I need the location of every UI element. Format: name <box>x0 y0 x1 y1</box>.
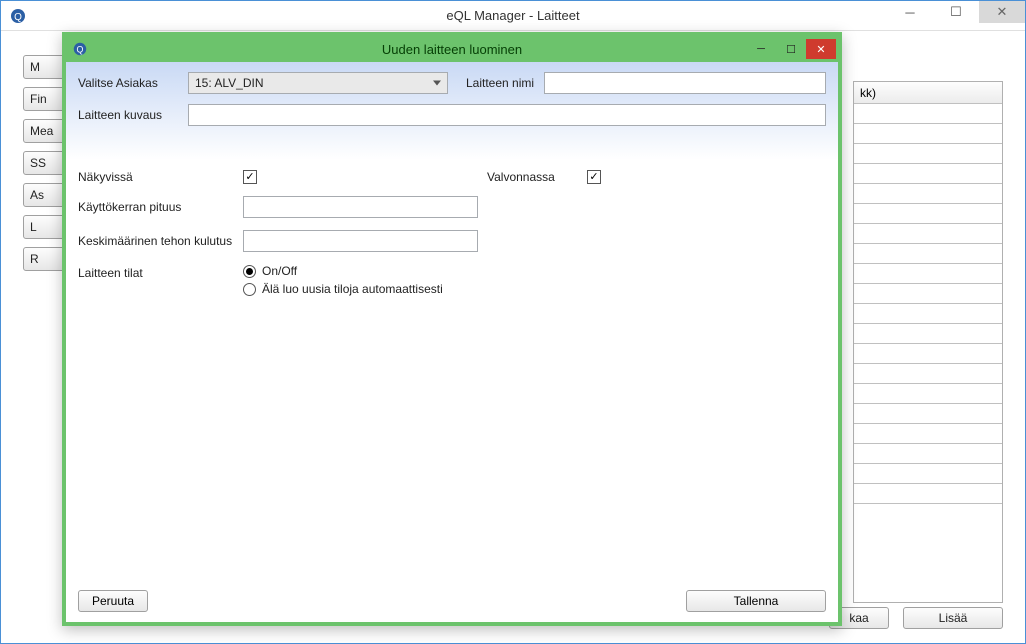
save-button[interactable]: Tallenna <box>686 590 826 612</box>
table-row[interactable] <box>854 184 1002 204</box>
parent-window-controls: ─ ☐ ✕ <box>887 1 1025 30</box>
label-laitteen-kuvaus: Laitteen kuvaus <box>78 108 178 122</box>
state-radio-group: On/Off Älä luo uusia tiloja automaattise… <box>243 264 443 296</box>
app-icon: Q <box>9 7 27 25</box>
dialog-window-controls: ─ ☐ ✕ <box>746 39 836 59</box>
dialog-body: Valitse Asiakas 15: ALV_DIN Laitteen nim… <box>66 62 838 622</box>
minimize-button[interactable]: ─ <box>887 1 933 23</box>
table-row[interactable] <box>854 124 1002 144</box>
dialog-minimize-button[interactable]: ─ <box>746 39 776 59</box>
label-laitteen-tilat: Laitteen tilat <box>78 264 243 280</box>
dialog-header-strip: Valitse Asiakas 15: ALV_DIN Laitteen nim… <box>66 62 838 160</box>
table-row[interactable] <box>854 464 1002 484</box>
dialog-close-button[interactable]: ✕ <box>806 39 836 59</box>
table-row[interactable] <box>854 384 1002 404</box>
maximize-button[interactable]: ☐ <box>933 1 979 23</box>
table-row[interactable] <box>854 284 1002 304</box>
dialog-maximize-button[interactable]: ☐ <box>776 39 806 59</box>
parent-window-title: eQL Manager - Laitteet <box>1 8 1025 23</box>
table-row[interactable] <box>854 204 1002 224</box>
dialog-titlebar: Q Uuden laitteen luominen ─ ☐ ✕ <box>66 36 838 62</box>
monitored-checkbox[interactable] <box>587 170 601 184</box>
label-kayttokerran-pituus: Käyttökerran pituus <box>78 200 243 214</box>
table-row[interactable] <box>854 424 1002 444</box>
table-row[interactable] <box>854 324 1002 344</box>
dialog-form: Näkyvissä Valvonnassa Käyttökerran pituu… <box>66 160 838 318</box>
table-row[interactable] <box>854 104 1002 124</box>
radio-onoff-label: On/Off <box>262 264 297 278</box>
cancel-button[interactable]: Peruuta <box>78 590 148 612</box>
usage-duration-input[interactable] <box>243 196 478 218</box>
table-row[interactable] <box>854 444 1002 464</box>
svg-text:Q: Q <box>14 12 22 23</box>
table-row[interactable] <box>854 404 1002 424</box>
close-button[interactable]: ✕ <box>979 1 1025 23</box>
table-row[interactable] <box>854 164 1002 184</box>
table-row[interactable] <box>854 484 1002 504</box>
table-row[interactable] <box>854 344 1002 364</box>
radio-no-auto[interactable] <box>243 283 256 296</box>
device-description-input[interactable] <box>188 104 826 126</box>
radio-onoff[interactable] <box>243 265 256 278</box>
label-laitteen-nimi: Laitteen nimi <box>466 76 534 90</box>
dialog-footer: Peruuta Tallenna <box>78 590 826 612</box>
visible-checkbox[interactable] <box>243 170 257 184</box>
dialog-title: Uuden laitteen luominen <box>66 42 838 57</box>
add-button[interactable]: Lisää <box>903 607 1003 629</box>
table-header-fragment: kk) <box>854 82 1002 104</box>
table-row[interactable] <box>854 304 1002 324</box>
device-name-input[interactable] <box>544 72 826 94</box>
label-valitse-asiakas: Valitse Asiakas <box>78 76 178 90</box>
devices-table: kk) <box>853 81 1003 603</box>
avg-power-input[interactable] <box>243 230 478 252</box>
customer-combo-value: 15: ALV_DIN <box>195 76 263 90</box>
table-body <box>854 104 1002 504</box>
label-keskimaarainen-tehon-kulutus: Keskimäärinen tehon kulutus <box>78 234 243 248</box>
table-row[interactable] <box>854 224 1002 244</box>
customer-combo[interactable]: 15: ALV_DIN <box>188 72 448 94</box>
label-nakyvissa: Näkyvissä <box>78 170 243 184</box>
parent-titlebar: Q eQL Manager - Laitteet ─ ☐ ✕ <box>1 1 1025 31</box>
table-row[interactable] <box>854 364 1002 384</box>
label-valvonnassa: Valvonnassa <box>487 170 587 184</box>
parent-footer-buttons: kaa Lisää <box>829 607 1003 629</box>
table-row[interactable] <box>854 144 1002 164</box>
table-row[interactable] <box>854 264 1002 284</box>
new-device-dialog: Q Uuden laitteen luominen ─ ☐ ✕ Valitse … <box>62 32 842 626</box>
svg-text:Q: Q <box>77 45 84 55</box>
radio-no-auto-label: Älä luo uusia tiloja automaattisesti <box>262 282 443 296</box>
dialog-app-icon: Q <box>72 41 88 57</box>
table-row[interactable] <box>854 244 1002 264</box>
